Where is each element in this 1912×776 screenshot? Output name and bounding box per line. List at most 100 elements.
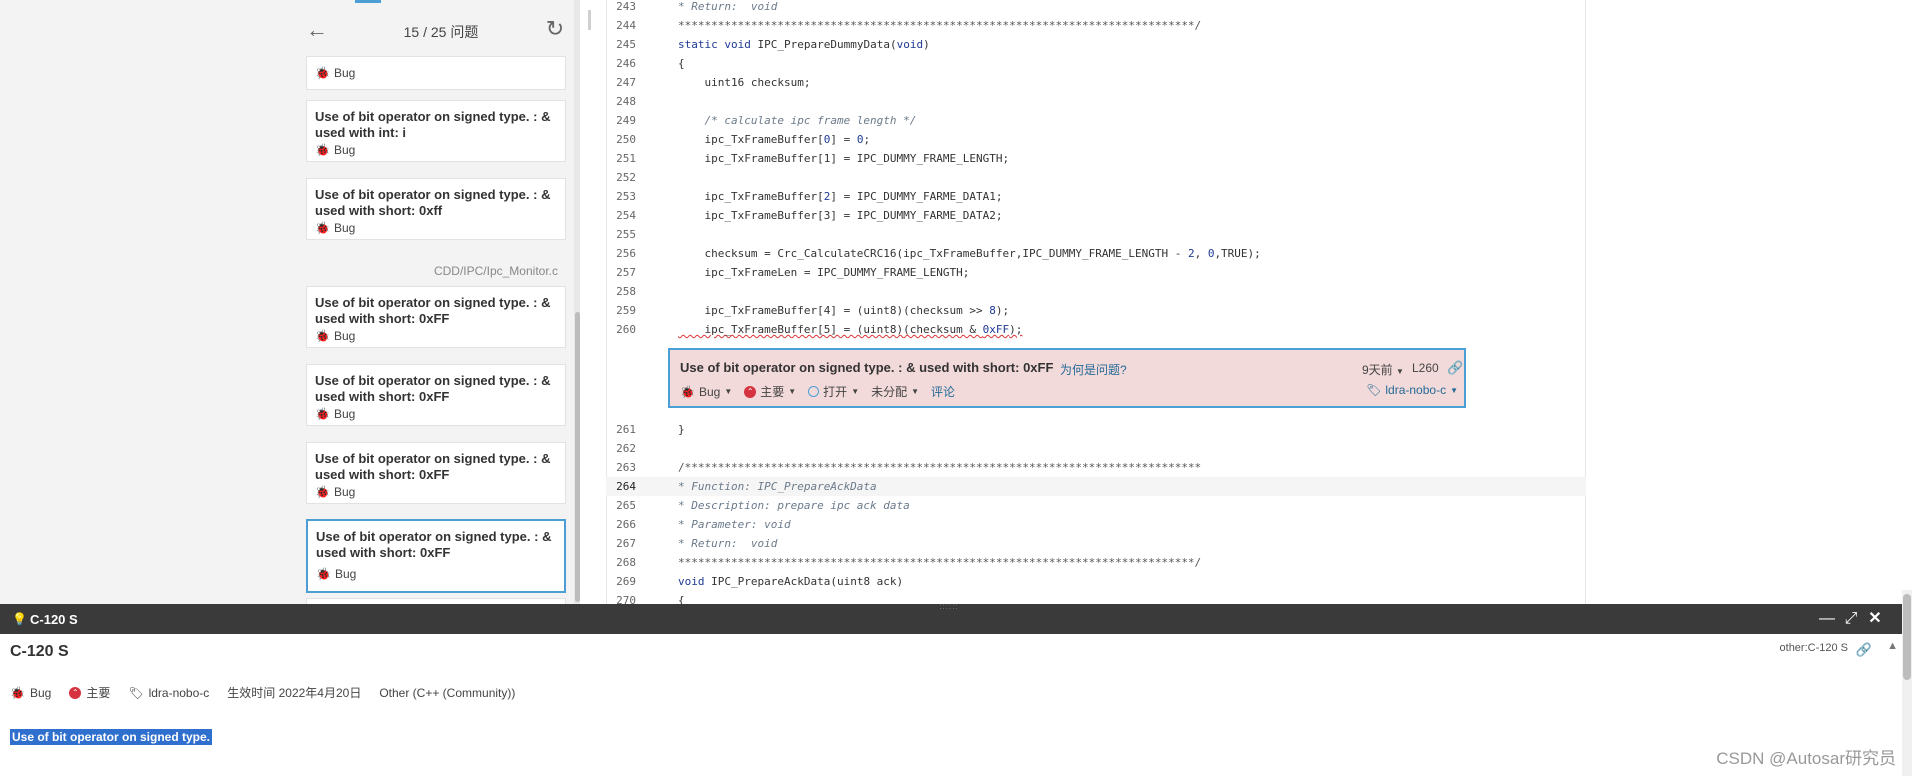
code-text: ipc_TxFrameLen = IPC_DUMMY_FRAME_LENGTH; [678,266,970,279]
code-line: 252 [606,168,1586,187]
assignee-dropdown[interactable]: 未分配 ▼ [871,383,919,400]
code-line: 258 [606,282,1586,301]
tags-dropdown[interactable]: 🏷 ldra-nobo-c ▼ [1366,383,1458,397]
code-line: 251 ipc_TxFrameBuffer[1] = IPC_DUMMY_FRA… [606,149,1586,168]
rule-panel [0,634,1902,776]
permalink-icon[interactable]: 🔗 [1447,360,1463,376]
line-number[interactable]: 244 [606,16,636,35]
code-text: * Function: IPC_PrepareAckData [678,480,877,493]
rule-permalink-icon[interactable]: 🔗 [1856,642,1872,658]
code-line: 249 /* calculate ipc frame length */ [606,111,1586,130]
code-text: ipc_TxFrameBuffer[3] = IPC_DUMMY_FARME_D… [678,209,1003,222]
arrow-left-icon[interactable]: ← [306,18,330,42]
rule-panel-title: C-120 S [30,612,78,627]
code-line: 255 [606,225,1586,244]
issue-type-label: Bug [333,221,356,235]
line-number[interactable]: 252 [606,168,636,187]
inline-issue-message[interactable]: Use of bit operator on signed type. : & … [680,360,1053,375]
line-number[interactable]: 267 [606,534,636,553]
issue-age[interactable]: 9天前 ▼ [1362,361,1404,378]
rule-severity: ⌃ 主要 [69,684,110,701]
code-text: /***************************************… [678,461,1202,474]
code-text: ****************************************… [678,556,1202,569]
status-dropdown[interactable]: 打开 ▼ [808,383,859,400]
issue-card[interactable]: 🐞 Bug [306,56,566,90]
issue-card[interactable]: Use of bit operator on signed type. : & … [306,442,566,504]
issue-card[interactable]: Use of bit operator on signed type. : & … [306,178,566,240]
minimize-icon[interactable]: — [1818,609,1836,629]
tag-icon: 🏷 [1366,383,1382,397]
line-number[interactable]: 269 [606,572,636,591]
bug-icon: 🐞 [680,384,695,399]
issue-type-label: Bug [333,143,356,157]
issue-counter: 15 / 25 问题 [403,24,479,40]
code-line: 257 ipc_TxFrameLen = IPC_DUMMY_FRAME_LEN… [606,263,1586,282]
line-number[interactable]: 251 [606,149,636,168]
issue-card[interactable]: Use of bit operator on signed type. : & … [306,286,566,348]
bug-icon: 🐞 [315,329,330,343]
why-is-this-an-issue-link[interactable]: 为何是问题? [1060,361,1127,378]
status-label: 打开 [823,385,848,399]
resize-handle[interactable]: :::::: [932,603,966,611]
maximize-icon[interactable]: ⤢ [1842,609,1860,629]
chevron-up-icon[interactable]: ▲ [1887,640,1898,652]
line-number[interactable]: 263 [606,458,636,477]
code-text: ipc_TxFrameBuffer[1] = IPC_DUMMY_FRAME_L… [678,152,1010,165]
issue-type-dropdown[interactable]: 🐞 Bug ▼ [680,385,732,399]
line-number[interactable]: 247 [606,73,636,92]
line-number[interactable]: 245 [606,35,636,54]
line-number[interactable]: 266 [606,515,636,534]
code-line: 243 * Return: void [606,0,1586,16]
chevron-down-icon: ▼ [1450,385,1458,395]
severity-dropdown[interactable]: ⌃ 主要 ▼ [744,383,796,400]
lightbulb-icon: 💡 [12,612,27,626]
line-number[interactable]: 254 [606,206,636,225]
sidebar-scrollbar-thumb[interactable] [575,312,580,602]
rule-panel-scrollbar-thumb[interactable] [1903,594,1911,680]
issue-type: 🐞 Bug [315,66,355,80]
line-number[interactable]: 260 [606,320,636,339]
line-number[interactable]: 264 [606,477,636,496]
scm-marker [588,10,591,30]
rule-key: other:C-120 S [1779,642,1848,654]
line-number[interactable]: 256 [606,244,636,263]
line-number[interactable]: 262 [606,439,636,458]
line-number[interactable]: 253 [606,187,636,206]
issue-message: Use of bit operator on signed type. : & … [316,529,552,560]
close-icon[interactable]: ✕ [1866,609,1884,629]
code-text: static void IPC_PrepareDummyData(void) [678,38,930,51]
code-line: 266 * Parameter: void [606,515,1586,534]
line-number[interactable]: 265 [606,496,636,515]
chevron-down-icon: ▼ [724,387,733,396]
line-number[interactable]: 246 [606,54,636,73]
code-line: 269 void IPC_PrepareAckData(uint8 ack) [606,572,1586,591]
code-text: * Return: void [678,0,778,13]
line-number[interactable]: 259 [606,301,636,320]
code-text: ipc_TxFrameBuffer[2] = IPC_DUMMY_FARME_D… [678,190,1003,203]
issue-card[interactable]: Use of bit operator on signed type. : & … [306,364,566,426]
line-number[interactable]: 255 [606,225,636,244]
line-number[interactable]: 268 [606,553,636,572]
line-number[interactable]: 258 [606,282,636,301]
issue-navigation: ← 15 / 25 问题 ↻ [306,14,568,46]
issue-type: 🐞 Bug [316,567,356,581]
code-text: uint16 checksum; [678,76,811,89]
code-line: 253 ipc_TxFrameBuffer[2] = IPC_DUMMY_FAR… [606,187,1586,206]
code-line: 259 ipc_TxFrameBuffer[4] = (uint8)(check… [606,301,1586,320]
refresh-icon[interactable]: ↻ [542,16,568,42]
watermark: CSDN @Autosar研究员 [1716,749,1896,768]
line-number[interactable]: 261 [606,420,636,439]
line-number[interactable]: 257 [606,263,636,282]
line-number[interactable]: 243 [606,0,636,16]
inline-issue[interactable]: Use of bit operator on signed type. : & … [668,348,1466,408]
line-number[interactable]: 248 [606,92,636,111]
issue-card[interactable]: Use of bit operator on signed type. : & … [306,100,566,162]
rule-severity-label: 主要 [86,686,111,700]
issue-card-selected[interactable]: Use of bit operator on signed type. : & … [306,519,566,593]
line-number[interactable]: 249 [606,111,636,130]
line-number[interactable]: 250 [606,130,636,149]
rule-type: 🐞 Bug [10,686,51,700]
issue-type-label: Bug [334,567,357,581]
comment-link[interactable]: 评论 [931,383,955,400]
code-text: * Description: prepare ipc ack data [678,499,910,512]
